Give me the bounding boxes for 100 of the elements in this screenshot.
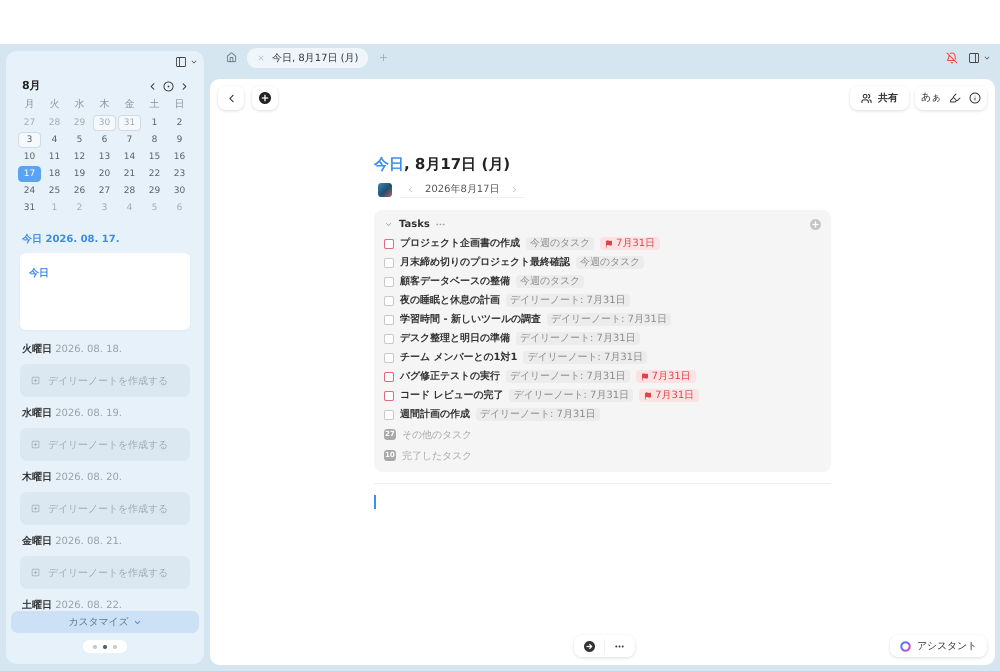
calendar-day[interactable]: 14 [118, 148, 141, 164]
calendar-day[interactable]: 28 [118, 182, 141, 198]
today-heading: 今日 2026. 08. 17. [21, 234, 121, 246]
calendar-day[interactable]: 3 [18, 132, 41, 148]
source-tag[interactable]: 今週のタスク [526, 237, 594, 250]
tasks-title: Tasks [399, 218, 430, 230]
highlight-button[interactable] [949, 92, 961, 104]
notifications-off-button[interactable] [946, 52, 958, 64]
calendar-day[interactable]: 21 [118, 166, 141, 182]
panel-right-icon [968, 52, 980, 64]
calendar-day[interactable]: 25 [43, 182, 66, 198]
new-tab-button[interactable] [378, 52, 390, 63]
calendar-day[interactable]: 12 [68, 148, 91, 164]
info-icon [969, 92, 981, 104]
calendar-day[interactable]: 11 [43, 148, 66, 164]
plus-circle-icon [259, 92, 271, 104]
day-heading: 火曜日 2026. 08. 18. [21, 344, 123, 356]
task-title: プロジェクト企画書の作成 [400, 236, 520, 250]
date-label: 2026年8月17日 [425, 182, 500, 196]
calendar-day[interactable]: 15 [143, 148, 166, 164]
calendar-day[interactable]: 23 [168, 166, 191, 182]
source-tag[interactable]: デイリーノート: 7月31日 [547, 313, 671, 326]
task-checkbox[interactable] [384, 334, 394, 344]
task-checkbox[interactable] [384, 372, 394, 382]
close-icon[interactable] [257, 54, 265, 62]
assistant-button[interactable]: アシスタント [890, 635, 987, 657]
sidebar-icon [175, 56, 187, 68]
page-title: 今日, 8月17日 (月) [374, 154, 512, 174]
home-button[interactable] [226, 52, 237, 63]
calendar-day[interactable]: 26 [68, 182, 91, 198]
task-checkbox[interactable] [384, 352, 394, 362]
source-tag[interactable]: デイリーノート: 7月31日 [506, 294, 630, 307]
source-tag[interactable]: デイリーノート: 7月31日 [516, 332, 640, 345]
calendar-day[interactable]: 5 [68, 132, 91, 148]
back-button[interactable] [218, 86, 244, 110]
people-icon [861, 92, 872, 104]
calendar-day[interactable]: 9 [168, 132, 191, 148]
today-button[interactable] [163, 80, 174, 92]
task-title: コード レビューの完了 [400, 388, 504, 402]
share-button[interactable]: 共有 [850, 86, 909, 110]
calendar-day[interactable]: 1 [143, 114, 166, 130]
calendar-day[interactable]: 13 [93, 148, 116, 164]
due-date-tag: 7月31日 [600, 237, 660, 250]
chevron-down-icon [190, 58, 198, 66]
calendar-day[interactable]: 16 [168, 148, 191, 164]
calendar-day[interactable]: 18 [43, 166, 66, 182]
calendar-day[interactable]: 22 [143, 166, 166, 182]
task-checkbox[interactable] [384, 410, 394, 420]
font-button[interactable]: あぁ [921, 91, 941, 105]
info-button[interactable] [969, 92, 981, 104]
calendar-day[interactable]: 2 [168, 114, 191, 130]
previous-day-button[interactable] [406, 185, 415, 194]
source-tag[interactable]: デイリーノート: 7月31日 [506, 370, 630, 383]
task-checkbox[interactable] [384, 296, 394, 306]
arrow-circle-icon [584, 640, 594, 652]
source-tag[interactable]: デイリーノート: 7月31日 [476, 408, 600, 421]
task-checkbox[interactable] [384, 314, 394, 324]
task-checkbox[interactable] [384, 238, 394, 248]
day-heading: 水曜日 2026. 08. 19. [20, 408, 123, 420]
calendar-day[interactable]: 31 [18, 200, 41, 216]
page-dot[interactable] [93, 644, 97, 648]
add-task-button[interactable] [810, 218, 821, 230]
calendar-day[interactable]: 20 [93, 166, 116, 182]
page-dot[interactable] [103, 644, 107, 648]
source-tag[interactable]: 今週のタスク [576, 256, 644, 269]
calendar-day[interactable]: 4 [43, 132, 66, 148]
day-heading: 土曜日 2026. 08. 22. [21, 600, 123, 611]
chevron-left-icon [406, 185, 415, 194]
flag-icon [605, 240, 613, 248]
task-checkbox[interactable] [384, 258, 394, 268]
task-title: 月末締め切りのプロジェクト最終確認 [400, 256, 570, 270]
note-tab[interactable]: 今日, 8月17日 (月) [247, 48, 368, 68]
note-title: 今日 [29, 268, 49, 280]
customize-button[interactable]: カスタマイズ [11, 611, 199, 633]
calendar-day[interactable]: 27 [93, 182, 116, 198]
calendar-day[interactable]: 10 [18, 148, 41, 164]
source-tag[interactable]: デイリーノート: 7月31日 [523, 351, 648, 364]
task-checkbox[interactable] [384, 390, 394, 400]
day-heading: 木曜日 2026. 08. 20. [21, 472, 123, 484]
plus-icon [378, 52, 390, 63]
forward-button[interactable] [584, 640, 594, 652]
calendar-day[interactable]: 30 [168, 182, 191, 198]
note-card[interactable]: 今日 [20, 253, 190, 330]
calendar-day[interactable]: 8 [143, 132, 166, 148]
source-tag[interactable]: デイリーノート: 7月31日 [509, 389, 634, 402]
calendar-day[interactable]: 19 [68, 166, 91, 182]
calendar-day[interactable]: 24 [18, 182, 41, 198]
task-title: チーム メンバーとの1対1 [400, 350, 518, 364]
task-checkbox[interactable] [384, 276, 394, 286]
calendar-day[interactable]: 7 [118, 132, 141, 148]
plus-square-icon [31, 440, 40, 449]
add-button[interactable] [252, 86, 278, 110]
source-tag[interactable]: 今週のタスク [516, 275, 584, 288]
weekday-label: 日 [174, 99, 184, 111]
calendar-day[interactable]: 29 [143, 182, 166, 198]
page-dot[interactable] [113, 644, 117, 648]
calendar-day[interactable]: 6 [93, 132, 116, 148]
plus-square-icon [31, 376, 40, 385]
sidebar-toggle-button[interactable] [175, 56, 198, 68]
right-panel-button[interactable] [968, 52, 991, 64]
